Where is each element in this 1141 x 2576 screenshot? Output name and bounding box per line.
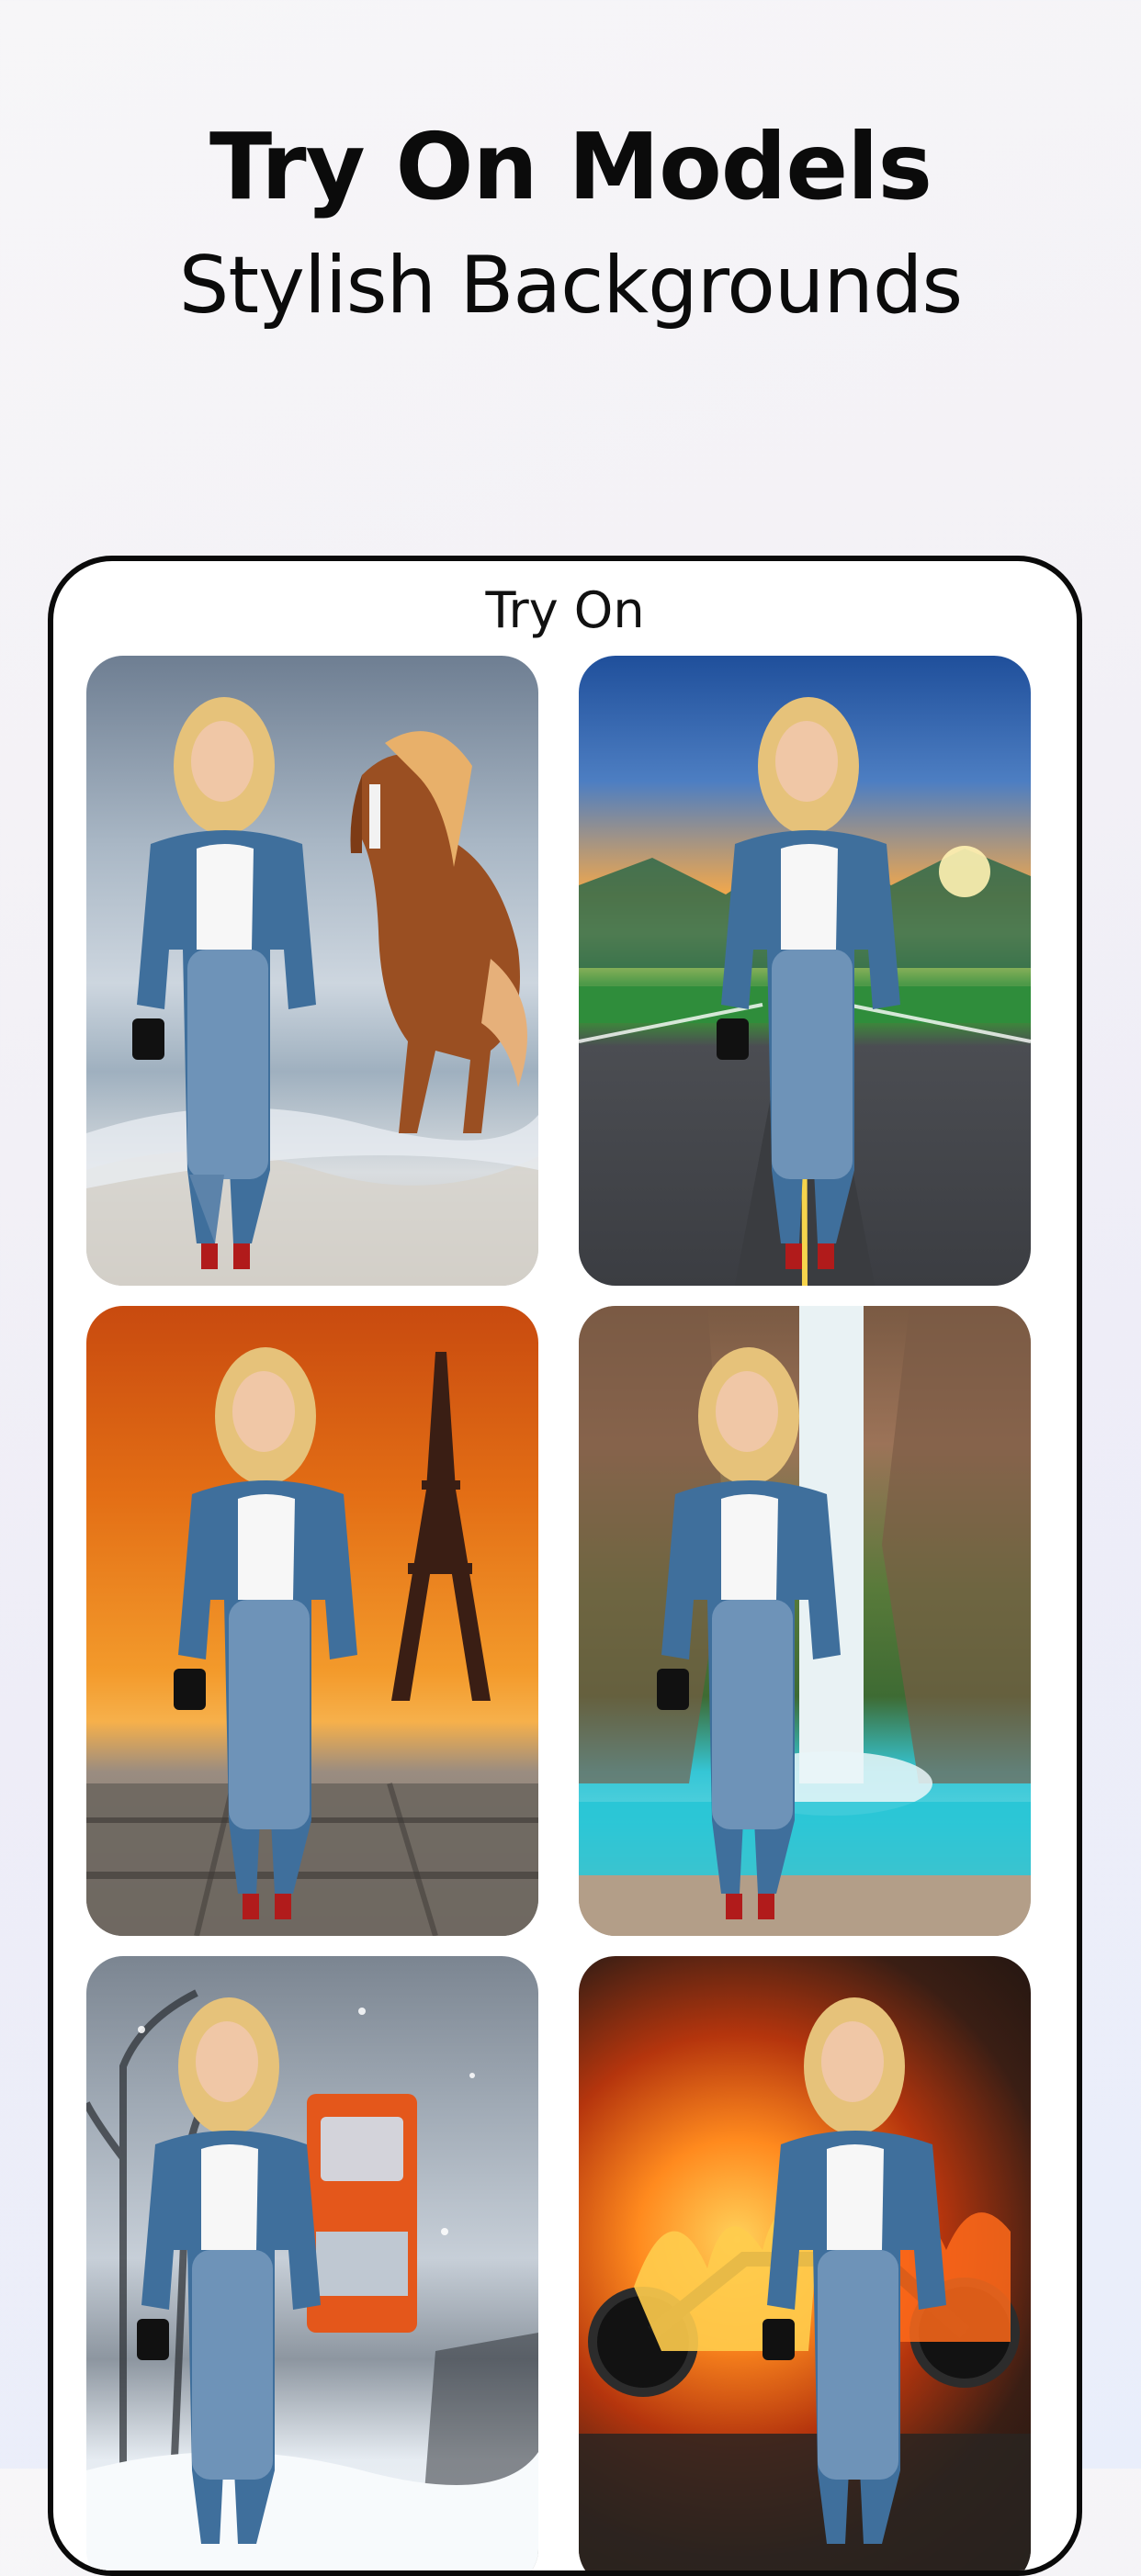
model-figure: [657, 1347, 841, 1919]
tryon-image-eiffel-tower[interactable]: [86, 1306, 538, 1936]
tryon-image-waterfall[interactable]: [579, 1306, 1031, 1936]
promo-title: Try On Models: [209, 113, 932, 220]
tryon-image-burning-motorcycle[interactable]: [579, 1956, 1031, 2570]
promo-subtitle: Stylish Backgrounds: [178, 240, 964, 332]
model-figure: [137, 1997, 321, 2544]
phone-frame: Try On: [48, 556, 1082, 2576]
tryon-image-beach-horse[interactable]: [86, 656, 538, 1286]
model-figure: [717, 697, 900, 1269]
tryon-image-snowy-street[interactable]: [86, 1956, 538, 2570]
model-figure: [763, 1997, 946, 2544]
model-figure: [174, 1347, 357, 1919]
tryon-image-mountain-road[interactable]: [579, 656, 1031, 1286]
model-figure: [132, 697, 316, 1269]
screen-title: Try On: [485, 581, 645, 639]
